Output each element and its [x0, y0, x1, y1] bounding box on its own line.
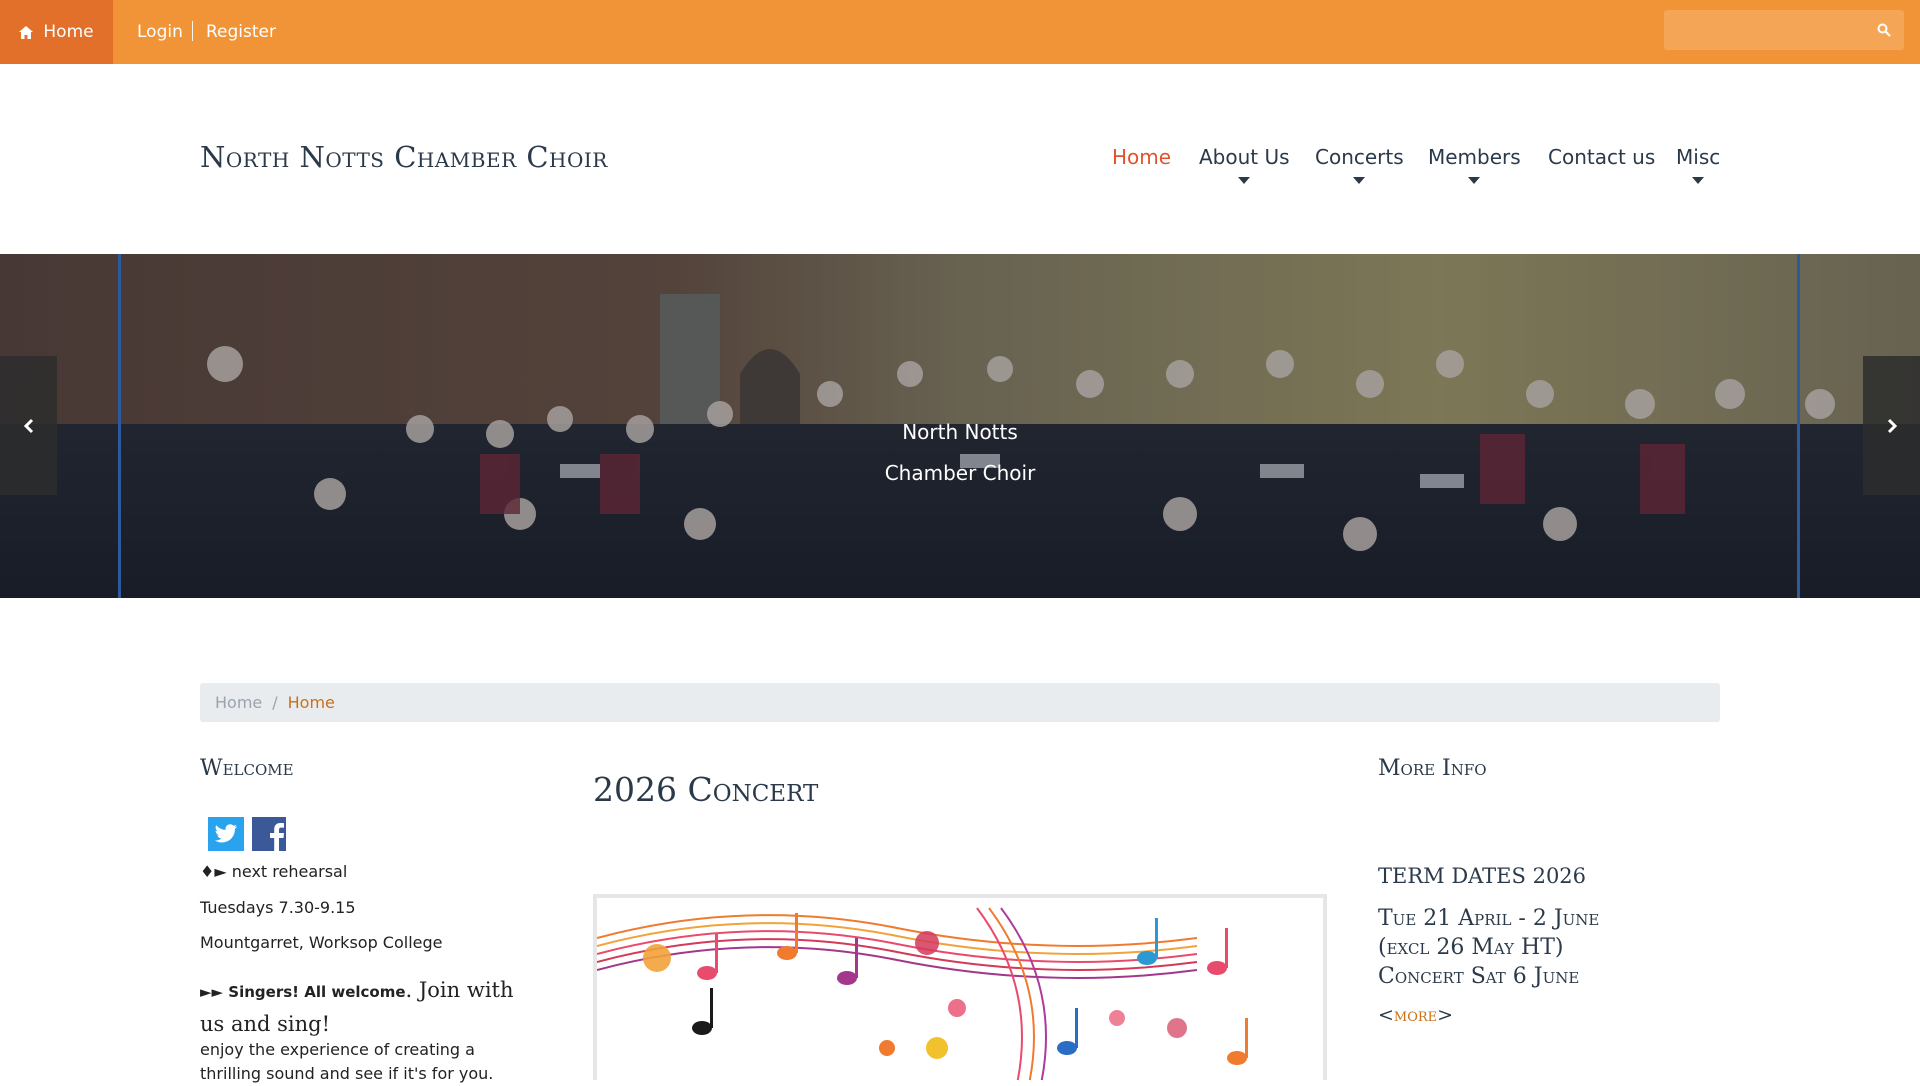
search-button[interactable]: [1864, 10, 1904, 50]
experience-text: enjoy the experience of creating a thril…: [200, 1040, 494, 1083]
nav-about-us[interactable]: About Us: [1199, 145, 1290, 184]
next-rehearsal-text: ♦► next rehearsal: [200, 862, 348, 881]
twitter-icon: [214, 824, 238, 843]
more-open-bracket: <: [1378, 1004, 1394, 1026]
slider-prev-button[interactable]: [0, 356, 57, 495]
more-close-bracket: >: [1437, 1004, 1454, 1026]
breadcrumb-separator: /: [272, 693, 278, 712]
concert-poster-image[interactable]: [593, 894, 1327, 1080]
nav-concerts-label: Concerts: [1315, 145, 1404, 169]
slide-edge-left: [118, 254, 121, 598]
top-home-link[interactable]: Home: [0, 0, 113, 64]
term-dates-line: (excl 26 May HT): [1378, 935, 1564, 960]
more-info-heading: More Info: [1378, 756, 1487, 781]
login-link[interactable]: Login: [137, 0, 183, 64]
chevron-down-icon: [1692, 177, 1705, 184]
nav-misc-label: Misc: [1676, 145, 1721, 169]
chevron-left-icon: [23, 418, 33, 433]
home-icon: [19, 25, 34, 39]
nav-members[interactable]: Members: [1428, 145, 1521, 184]
welcome-heading: Welcome: [200, 756, 294, 781]
more-link-wrapper: <more>: [1378, 1004, 1453, 1026]
search-icon: [1877, 23, 1891, 37]
top-bar: Home Login Register: [0, 0, 1920, 64]
social-links: [208, 817, 286, 851]
term-dates-title: TERM DATES 2026: [1378, 864, 1587, 888]
main-nav: Home About Us Concerts Members Contact u…: [0, 145, 1920, 195]
nav-about-us-label: About Us: [1199, 145, 1290, 169]
hero-caption-line1: North Notts: [902, 420, 1018, 444]
term-dates-line: Tue 21 April - 2 June: [1378, 906, 1600, 931]
breadcrumb-home[interactable]: Home: [215, 693, 262, 712]
more-link[interactable]: more: [1394, 1004, 1437, 1026]
breadcrumb: Home / Home: [200, 683, 1720, 722]
search-box: [1664, 10, 1904, 50]
singers-welcome-bold: ►► Singers! All welcome: [200, 983, 406, 1001]
search-input[interactable]: [1664, 10, 1864, 50]
nav-members-label: Members: [1428, 145, 1521, 169]
term-dates-list: Tue 21 April - 2 June (excl 26 May HT) C…: [1378, 904, 1599, 991]
hero-caption: North Notts Chamber Choir: [760, 412, 1160, 494]
facebook-icon: [270, 823, 284, 851]
slide-edge-right: [1797, 254, 1800, 598]
chevron-down-icon: [1468, 177, 1481, 184]
nav-home[interactable]: Home: [1112, 145, 1171, 169]
concert-heading: 2026 Concert: [593, 770, 819, 809]
term-dates-line: Concert Sat 6 June: [1378, 964, 1580, 989]
chevron-right-icon: [1887, 418, 1897, 433]
facebook-button[interactable]: [252, 817, 286, 851]
register-link[interactable]: Register: [206, 0, 276, 64]
music-notes-image: [597, 907, 1248, 1080]
nav-contact-us-label: Contact us: [1548, 145, 1656, 169]
top-home-label: Home: [43, 22, 94, 42]
rehearsal-venue-text: Mountgarret, Worksop College: [200, 933, 443, 952]
nav-concerts[interactable]: Concerts: [1315, 145, 1404, 184]
rehearsal-time-text: Tuesdays 7.30-9.15: [200, 898, 356, 917]
chevron-down-icon: [1353, 177, 1366, 184]
slider-next-button[interactable]: [1863, 356, 1920, 495]
singers-welcome-text: ►► Singers! All welcome. Join with us an…: [200, 974, 540, 1042]
nav-contact-us[interactable]: Contact us: [1548, 145, 1655, 169]
breadcrumb-current[interactable]: Home: [288, 693, 335, 712]
nav-misc[interactable]: Misc: [1676, 145, 1720, 184]
chevron-down-icon: [1238, 177, 1251, 184]
top-divider: [192, 21, 193, 41]
hero-caption-line2: Chamber Choir: [884, 461, 1036, 485]
hero-slider: North Notts Chamber Choir: [0, 254, 1920, 598]
twitter-button[interactable]: [208, 817, 244, 851]
nav-home-label: Home: [1112, 145, 1172, 169]
